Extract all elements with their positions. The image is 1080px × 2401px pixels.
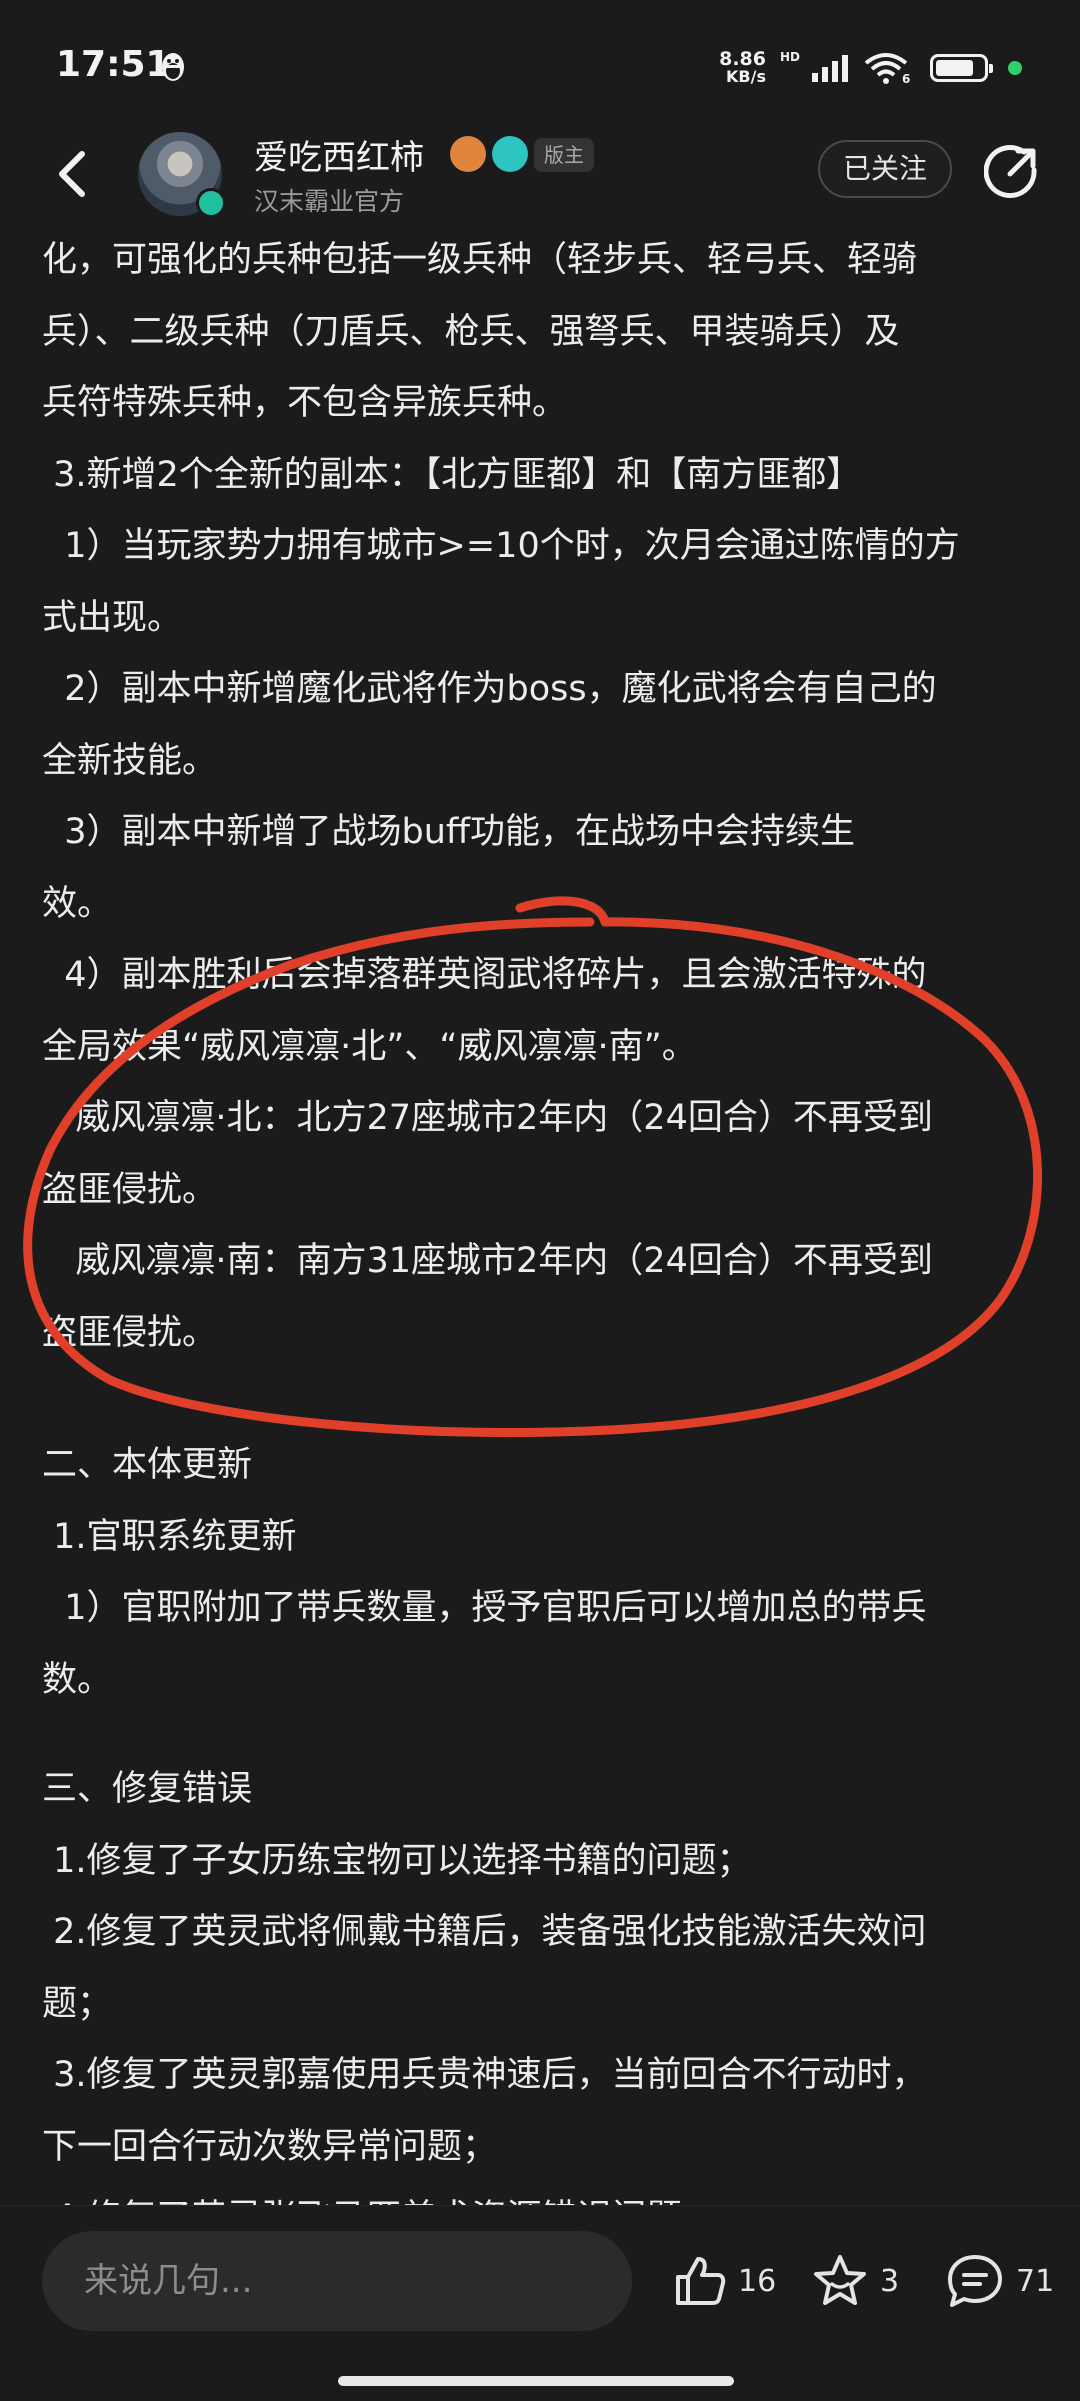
article-line: 1.官职系统更新 [42, 1516, 297, 1557]
hd-label: HD [779, 50, 800, 64]
status-time: 17:51 [56, 44, 171, 85]
article-line: 数。 [42, 1659, 113, 1700]
back-arrow-icon[interactable] [44, 144, 104, 204]
status-indicators: 8.86 KB/s HD 6 [719, 48, 1022, 88]
network-speed: 8.86 KB/s [719, 50, 766, 86]
comments-button[interactable]: 71 [944, 2246, 1054, 2316]
article-line: 题； [42, 1983, 113, 2024]
article-line: 效。 [42, 883, 113, 924]
status-bar: 17:51 8.86 KB/s HD 6 [0, 0, 1080, 140]
network-speed-value: 8.86 [719, 48, 766, 70]
article-line: 4）副本胜利后会掉落群英阁武将碎片，且会激活特殊的 [42, 955, 927, 995]
avatar[interactable] [138, 132, 226, 218]
article-line: 3.新增2个全新的副本：【北方匪都】和【南方匪都】 [42, 454, 862, 495]
article-heading: 二、本体更新 [42, 1445, 253, 1485]
comment-bubble-icon [948, 2255, 1002, 2307]
level-badge-icon [450, 136, 486, 172]
favorite-count: 3 [880, 2263, 900, 2299]
author-subtitle: 汉末霸业官方 [254, 187, 405, 216]
thumbs-up-icon [676, 2257, 726, 2305]
comment-input[interactable] [42, 2231, 632, 2331]
share-icon[interactable] [984, 144, 1040, 200]
vip-badge-icon [492, 136, 528, 172]
follow-button[interactable]: 已关注 [818, 140, 952, 198]
battery-icon [930, 54, 993, 82]
article-line: 兵符特殊兵种，不包含异族兵种。 [42, 383, 568, 423]
article-line: 1.修复了子女历练宝物可以选择书籍的问题； [42, 1840, 752, 1881]
article-line: 化，可强化的兵种包括一级兵种（轻步兵、轻弓兵、轻骑 [42, 240, 918, 280]
svg-text:6: 6 [902, 72, 910, 85]
article-line: 2）副本中新增魔化武将作为boss，魔化武将会有自己的 [42, 669, 937, 709]
wifi-icon: 6 [864, 53, 910, 85]
moderator-tag: 版主 [534, 138, 594, 172]
article-line: 1）当玩家势力拥有城市>=10个时，次月会通过陈情的方 [42, 526, 960, 566]
article-line: 1）官职附加了带兵数量，授予官职后可以增加总的带兵 [42, 1588, 927, 1628]
post-header: 爱吃西红柿 版主 汉末霸业官方 已关注 [0, 120, 1080, 230]
bottom-action-bar: 16 3 71 [0, 2205, 1080, 2401]
article-line: 3）副本中新增了战场buff功能，在战场中会持续生 [42, 812, 856, 852]
article-line: 盗匪侵扰。 [42, 1312, 218, 1353]
article-heading: 三、修复错误 [42, 1769, 253, 1809]
home-indicator[interactable] [338, 2376, 734, 2386]
article-line: 全新技能。 [42, 740, 218, 781]
privacy-indicator-dot [1008, 61, 1022, 75]
article-line: 威风凛凛·北：北方27座城市2年内（24回合）不再受到 [42, 1098, 933, 1138]
article-line: 2.修复了英灵武将佩戴书籍后，装备强化技能激活失效问 [42, 1912, 927, 1952]
article-line: 4.修复了英灵张飞马匹美术资源错误问题； [42, 2183, 1042, 2205]
verified-badge-icon [196, 188, 226, 218]
qq-penguin-icon [162, 53, 184, 81]
article-line: 盗匪侵扰。 [42, 1169, 218, 1210]
like-count: 16 [738, 2263, 777, 2299]
like-button[interactable]: 16 [668, 2246, 776, 2316]
article-line: 式出现。 [42, 597, 183, 638]
network-speed-unit: KB/s [726, 67, 766, 86]
article-body: 化，可强化的兵种包括一级兵种（轻步兵、轻弓兵、轻骑 兵）、二级兵种（刀盾兵、枪兵… [0, 225, 1080, 2205]
article-line: 3.修复了英灵郭嘉使用兵贵神速后，当前回合不行动时， [42, 2055, 927, 2095]
article-line: 下一回合行动次数异常问题； [42, 2126, 498, 2167]
star-icon [814, 2255, 866, 2305]
favorite-button[interactable]: 3 [810, 2246, 899, 2316]
article-line: 兵）、二级兵种（刀盾兵、枪兵、强弩兵、甲装骑兵）及 [42, 311, 900, 352]
signal-icon [812, 55, 848, 82]
article-line: 全局效果“威风凛凛·北”、“威风凛凛·南”。 [42, 1026, 697, 1067]
battery-fill [936, 60, 973, 76]
article-line: 威风凛凛·南：南方31座城市2年内（24回合）不再受到 [42, 1241, 933, 1281]
author-name[interactable]: 爱吃西红柿 [254, 130, 424, 179]
comment-count: 71 [1016, 2263, 1055, 2299]
